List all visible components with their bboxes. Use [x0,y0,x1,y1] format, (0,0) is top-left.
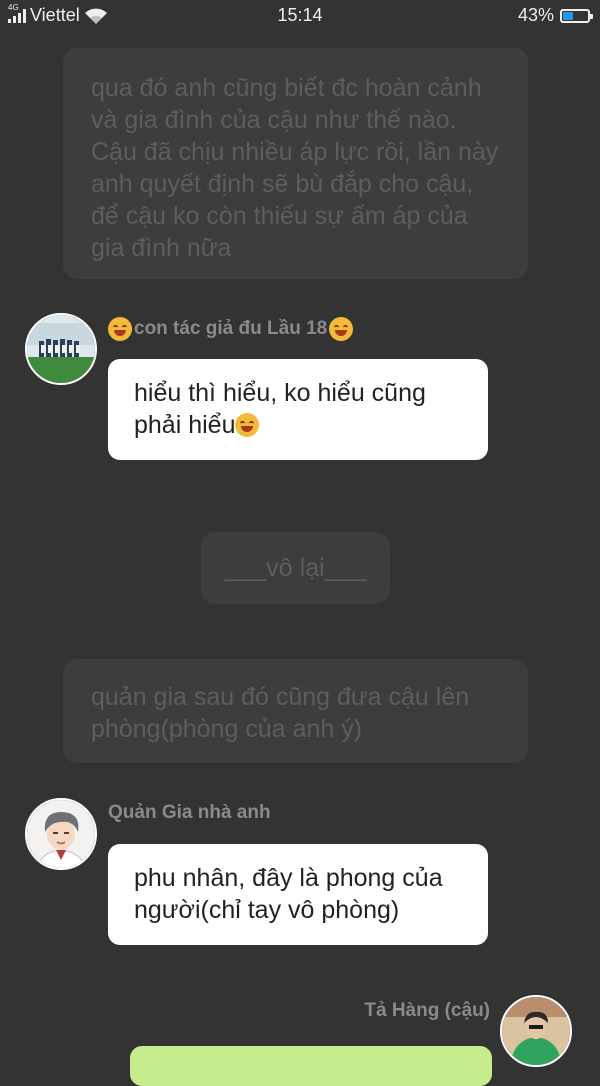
sender-name: con tác giả đu Lầu 18 [108,317,354,341]
narration-box: ___vô lại___ [201,532,390,604]
avatar[interactable] [500,995,572,1067]
sender-name: Tả Hàng (cậu) [364,1000,490,1022]
narration-box: qua đó anh cũng biết đc hoàn cảnh và gia… [63,48,528,279]
message-text: hiểu thì hiểu, ko hiểu cũng phải hiểu [134,379,426,439]
status-right: 43% [517,5,593,26]
status-bar: 4G Viettel 15:14 43% [0,0,600,32]
sender-name-label: Quản Gia nhà anh [108,802,271,823]
sender-name-label: con tác giả đu Lầu 18 [134,318,328,339]
narration-text: quản gia sau đó cũng đưa cậu lên phòng(p… [91,683,470,743]
message-text: phu nhân, đây là phong của người(chỉ tay… [134,864,443,924]
group-photo-avatar [27,315,95,383]
smiling-emoji-icon [108,317,132,341]
smiling-emoji-icon [235,413,260,437]
battery-percent: 43% [517,5,554,25]
message-bubble-outgoing[interactable] [130,1046,492,1086]
green-jacket-avatar [502,997,570,1065]
sender-name: Quản Gia nhà anh [108,802,271,824]
avatar[interactable] [25,798,97,870]
battery-icon [560,8,593,23]
narration-text: ___vô lại___ [224,554,367,582]
message-bubble[interactable]: hiểu thì hiểu, ko hiểu cũng phải hiểu [108,359,488,460]
sender-name-label: Tả Hàng (cậu) [364,1000,490,1021]
message-bubble[interactable]: phu nhân, đây là phong của người(chỉ tay… [108,844,488,945]
anime-butler-avatar [27,800,95,868]
avatar[interactable] [25,313,97,385]
narration-text: qua đó anh cũng biết đc hoàn cảnh và gia… [91,74,499,262]
clock: 15:14 [277,5,323,25]
narration-box: quản gia sau đó cũng đưa cậu lên phòng(p… [63,659,528,763]
smiling-emoji-icon [329,317,354,341]
